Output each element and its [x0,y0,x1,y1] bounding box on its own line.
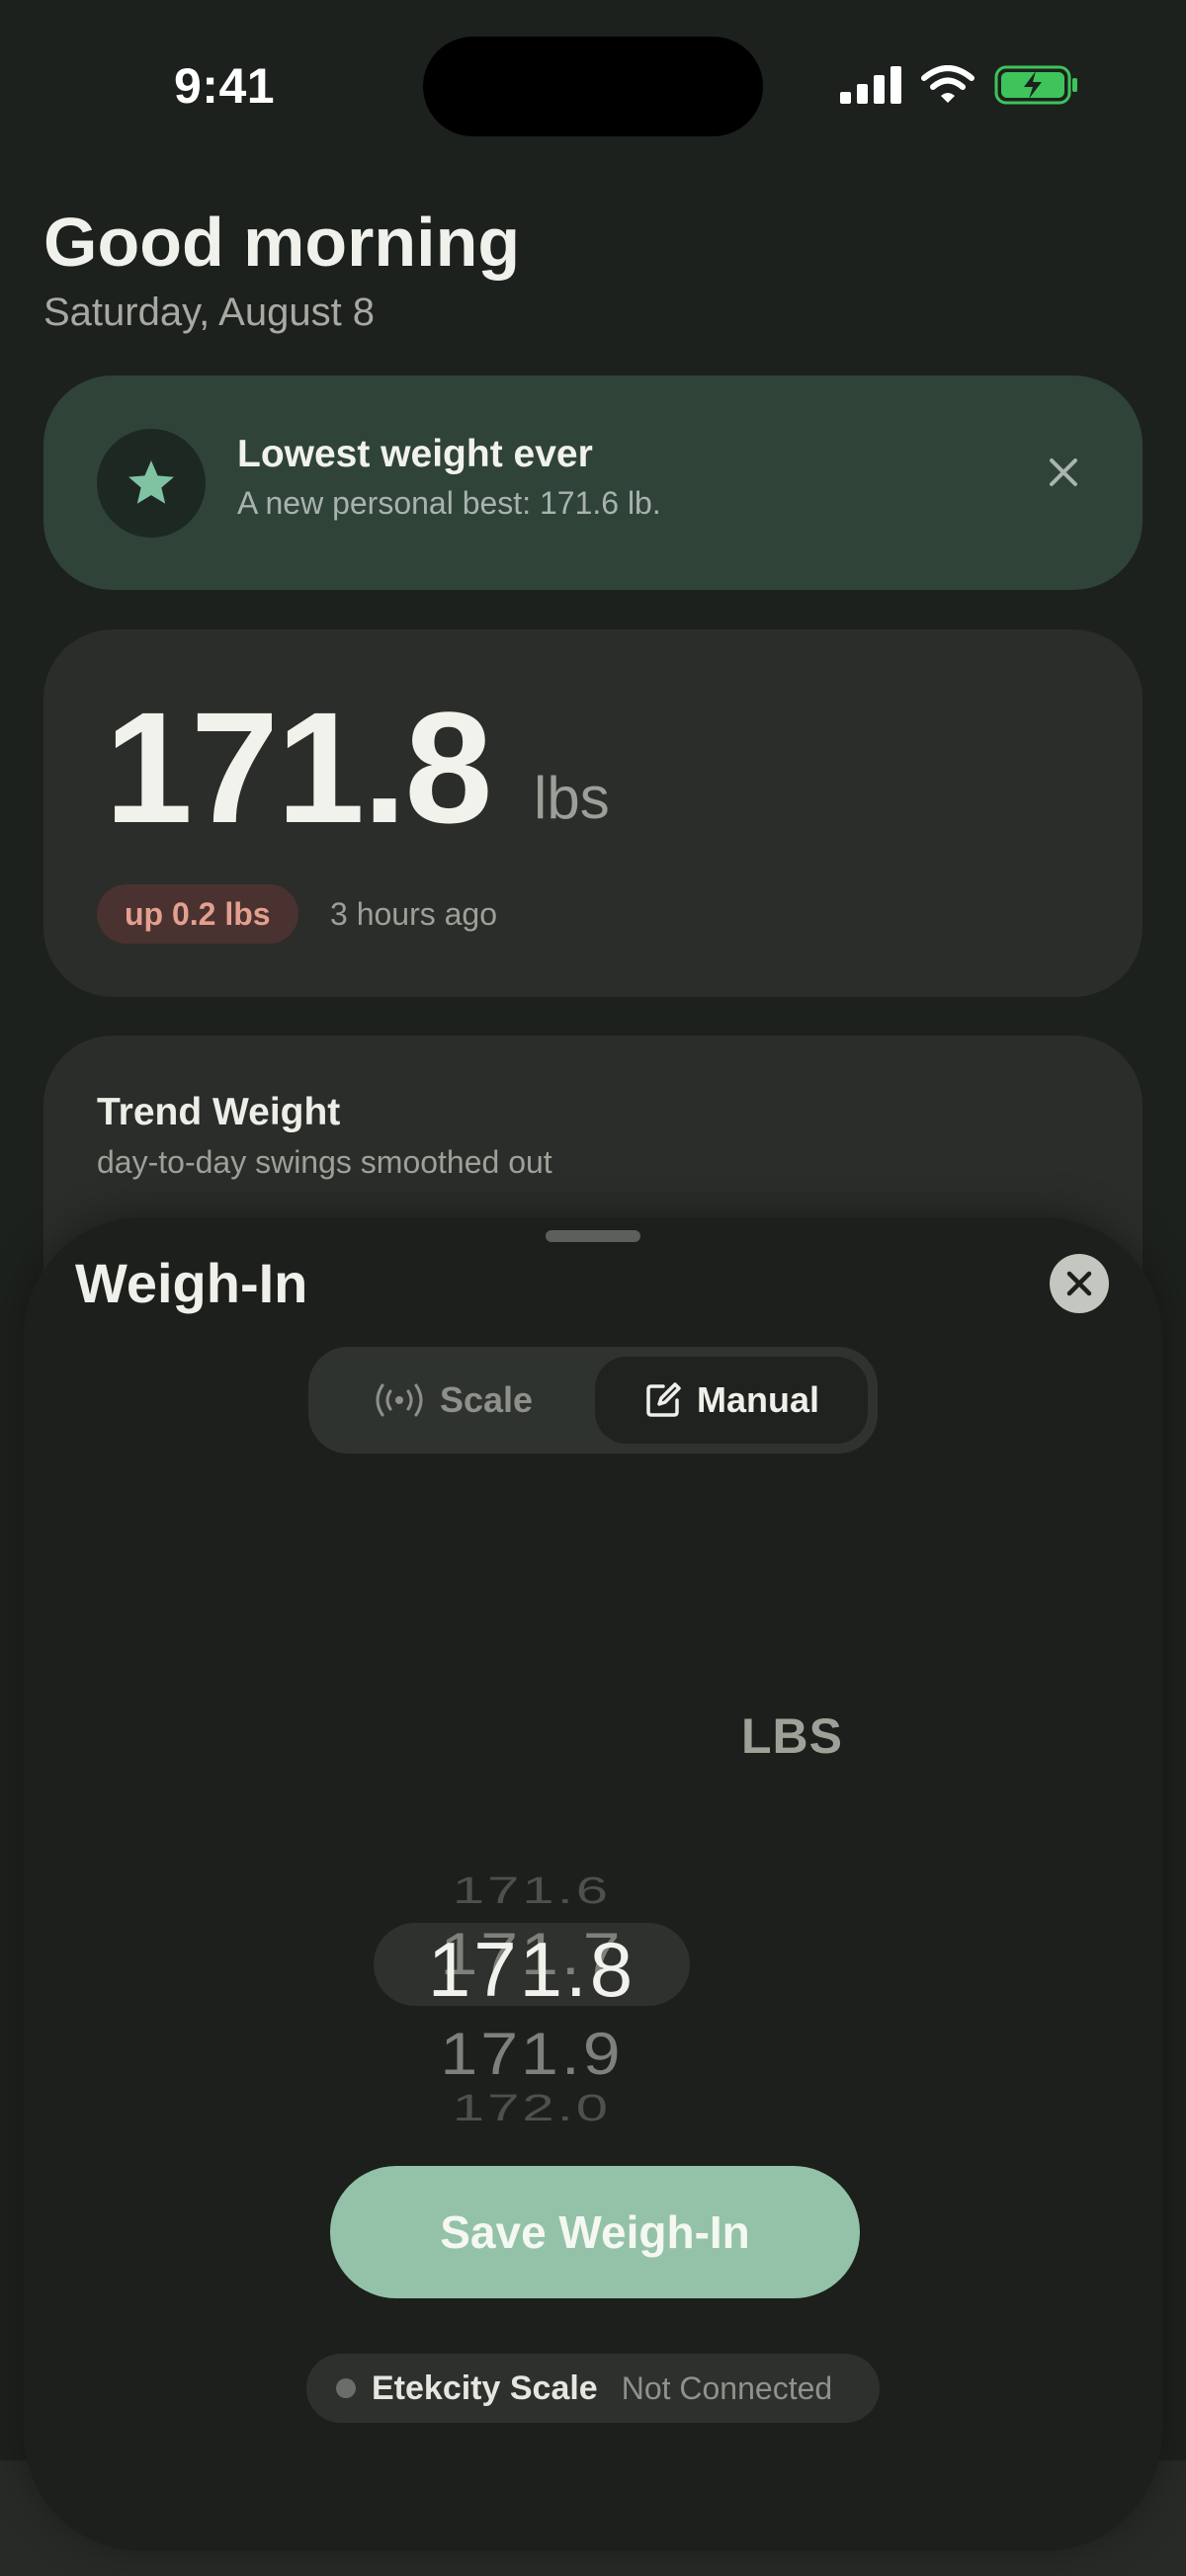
close-icon [1050,458,1077,486]
tab-manual-label: Manual [696,1379,819,1420]
cellular-signal-icon [840,66,901,104]
achievement-title: Lowest weight ever [237,433,593,475]
battery-charging-icon [994,65,1077,105]
sheet-title: Weigh-In [75,1252,308,1314]
dynamic-island [423,37,763,136]
scale-signal-icon [376,1383,423,1417]
close-icon [1066,1271,1092,1296]
tab-scale[interactable]: Scale [318,1357,587,1444]
current-weight-value: 171.8 [105,679,492,856]
picker-selected-value[interactable]: 171.8 [374,1925,690,2015]
achievement-card[interactable]: Lowest weight ever A new personal best: … [43,375,1143,590]
date-label: Saturday, August 8 [43,291,376,334]
picker-unit-label: LBS [741,1708,843,1764]
current-weight-card[interactable]: 171.8 lbs up 0.2 lbs 3 hours ago [43,629,1143,997]
picker-value[interactable]: 171.6 [374,1870,690,1913]
edit-icon [646,1382,681,1417]
tab-scale-label: Scale [439,1379,534,1420]
wifi-icon [921,65,974,103]
input-mode-segmented-control: Scale Manual [308,1347,878,1454]
sheet-grabber[interactable] [546,1230,640,1242]
trend-title: Trend Weight [97,1091,341,1133]
weight-timestamp: 3 hours ago [330,896,498,932]
tab-manual[interactable]: Manual [595,1357,868,1444]
dismiss-achievement-button[interactable] [1044,453,1083,492]
status-time: 9:41 [174,58,276,114]
achievement-subtitle: A new personal best: 171.6 lb. [237,485,661,521]
star-icon [128,460,174,504]
close-sheet-button[interactable] [1050,1254,1109,1313]
greeting-title: Good morning [43,204,521,281]
scale-device-name: Etekcity Scale [372,2368,598,2407]
picker-value[interactable]: 171.9 [374,2021,690,2089]
save-weigh-in-button[interactable]: Save Weigh-In [330,2166,860,2298]
picker-value[interactable]: 172.0 [374,2087,690,2130]
scale-connection-label: Not Connected [621,2369,833,2406]
scale-connection-status[interactable]: Etekcity Scale Not Connected [306,2354,880,2423]
weight-picker[interactable]: 171.6 171.7 171.8 171.9 172.0 [24,1563,1162,2156]
home-screen: 9:41 Good morning Saturday, August 8 Low… [0,0,1186,2576]
achievement-badge [97,429,206,538]
current-weight-unit: lbs [534,765,610,831]
status-icons [840,65,1079,105]
connection-status-dot [336,2378,356,2398]
weight-change-badge: up 0.2 lbs [97,884,298,944]
trend-subtitle: day-to-day swings smoothed out [97,1144,552,1180]
weigh-in-sheet: Weigh-In Scale Manual 171.6 171.7 171.8 … [24,1217,1162,2551]
